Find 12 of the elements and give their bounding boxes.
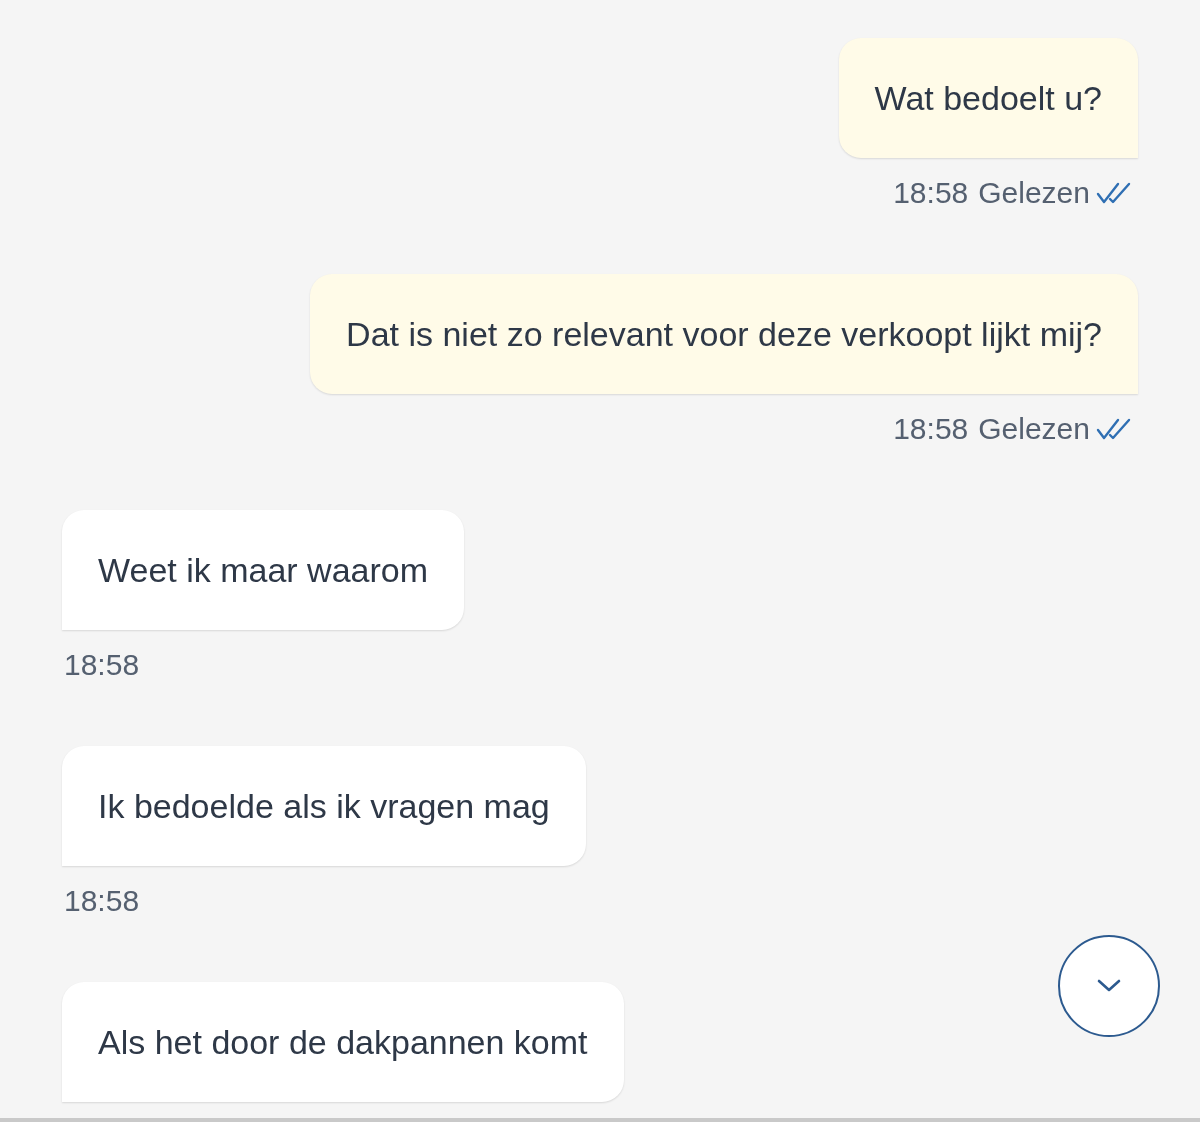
chevron-down-icon bbox=[1096, 978, 1122, 994]
read-status: Gelezen bbox=[978, 412, 1090, 446]
message-bubble: Wat bedoelt u? bbox=[838, 38, 1138, 158]
message-bubble: Ik bedoelde als ik vragen mag bbox=[62, 746, 586, 866]
message-bubble: Dat is niet zo relevant voor deze verkoopt lijkt mij? bbox=[310, 274, 1138, 394]
message-time: 18:58 bbox=[893, 176, 969, 210]
message-bubble: Als het door de dakpannen komt bbox=[62, 982, 624, 1102]
message-time: 18:58 bbox=[64, 884, 140, 918]
message-bubble: Weet ik maar waarom bbox=[62, 510, 465, 630]
read-status: Gelezen bbox=[978, 176, 1090, 210]
message-time: 18:58 bbox=[64, 648, 140, 682]
message-time: 18:58 bbox=[893, 412, 969, 446]
